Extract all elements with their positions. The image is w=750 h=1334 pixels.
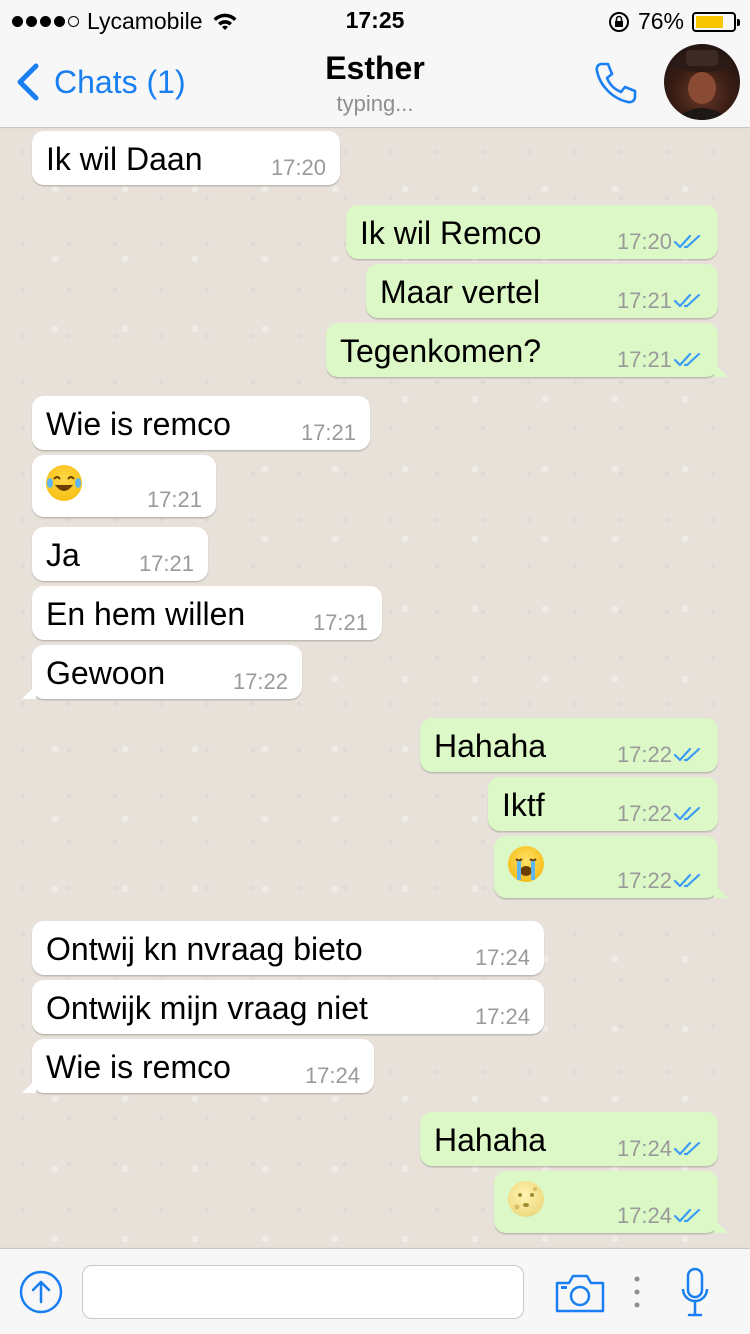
message-bubble[interactable]: Iktf 17:22 [488,777,718,831]
message-input-bar [0,1248,750,1334]
message-time: 17:20 [616,229,672,254]
message-text: Ik wil Remco [360,215,542,251]
message-text: Ontwij kn nvraag bieto [46,931,363,967]
message-bubble[interactable]: Wie is remco 17:21 [32,396,370,450]
message-text: Tegenkomen? [340,333,542,369]
message-bubble[interactable]: Wie is remco 17:24 [22,1039,374,1093]
double-check-icon [674,747,701,762]
message-time: 17:21 [312,610,368,635]
message-text: Wie is remco [46,1049,231,1085]
camera-icon[interactable] [554,1271,606,1315]
message-text: Gewoon [46,655,166,691]
face-with-tears-of-joy-emoji [46,465,82,501]
message-bubble-emoji[interactable]: 17:22 [494,836,728,898]
message-time: 17:24 [474,1004,530,1029]
message-time: 17:21 [300,420,356,445]
message-list[interactable]: Ik wil Daan 17:20 Ik wil Remco 17:20 Maar ve… [0,129,750,1247]
message-input[interactable] [82,1265,524,1319]
message-text: Ontwijk mijn vraag niet [46,990,368,1026]
contact-name: Esther [325,50,425,86]
message-text: Wie is remco [46,406,231,442]
double-check-icon [674,1141,701,1156]
rotation-lock-icon [608,11,629,32]
message-bubble[interactable]: Gewoon 17:22 [22,645,302,699]
message-text: Maar vertel [380,274,541,310]
typing-status: typing... [336,91,414,116]
double-check-icon [674,873,701,888]
message-text: Ik wil Daan [46,141,203,177]
message-time: 17:22 [616,801,672,826]
message-time: 17:24 [474,945,530,970]
message-bubble[interactable]: Ik wil Remco 17:20 [346,205,718,259]
double-check-icon [674,1208,701,1223]
message-bubble[interactable]: Tegenkomen? 17:21 [326,323,728,377]
double-check-icon [674,293,701,308]
microphone-icon[interactable] [680,1267,710,1319]
phone-icon[interactable] [590,58,640,108]
chevron-left-icon [17,63,39,101]
message-time: 17:21 [138,551,194,576]
message-time: 17:21 [616,288,672,313]
battery-icon [692,11,740,32]
message-bubble[interactable]: Ja 17:21 [32,527,208,581]
message-bubble-emoji[interactable]: 17:24 [494,1171,728,1233]
message-text: Hahaha [434,728,547,764]
message-bubble[interactable]: En hem willen 17:21 [32,586,382,640]
avatar-image [672,50,732,120]
message-text: Hahaha [434,1122,547,1158]
message-time: 17:24 [616,1203,672,1228]
message-text: Ja [46,537,80,573]
contact-info[interactable]: Esther typing... [250,50,500,117]
message-time: 17:21 [146,487,202,512]
status-bar: Lycamobile 17:25 76% [0,0,750,40]
loudly-crying-face-emoji [508,846,544,882]
share-up-arrow-icon[interactable] [18,1269,64,1315]
message-time: 17:21 [616,347,672,372]
message-bubble-emoji[interactable]: 17:21 [32,455,216,517]
battery-level [696,15,724,28]
message-bubble[interactable]: Hahaha 17:22 [420,718,718,772]
message-bubble[interactable]: Maar vertel 17:21 [366,264,718,318]
contact-avatar[interactable] [664,44,740,120]
message-bubble[interactable]: Ik wil Daan 17:20 [32,131,340,185]
more-options-icon [634,1276,640,1308]
battery-percent: 76% [637,8,684,34]
message-text: Iktf [502,787,545,823]
back-label: Chats (1) [54,63,186,100]
double-check-icon [674,806,701,821]
message-time: 17:22 [616,868,672,893]
message-time: 17:22 [232,669,288,694]
message-time: 17:24 [304,1063,360,1088]
double-check-icon [674,234,701,249]
message-time: 17:24 [616,1136,672,1161]
message-text: En hem willen [46,596,246,632]
back-to-chats-button[interactable]: Chats (1) [14,62,186,102]
message-time: 17:20 [270,155,326,180]
message-bubble[interactable]: Ontwij kn nvraag bieto 17:24 [32,921,544,975]
message-bubble[interactable]: Hahaha 17:24 [420,1112,718,1166]
chat-header: Chats (1) Esther typing... [0,40,750,128]
status-right: 76% [608,8,740,35]
message-time: 17:22 [616,742,672,767]
double-check-icon [674,352,701,367]
message-bubble[interactable]: Ontwijk mijn vraag niet 17:24 [32,980,544,1034]
moon-face-emoji [508,1181,544,1217]
